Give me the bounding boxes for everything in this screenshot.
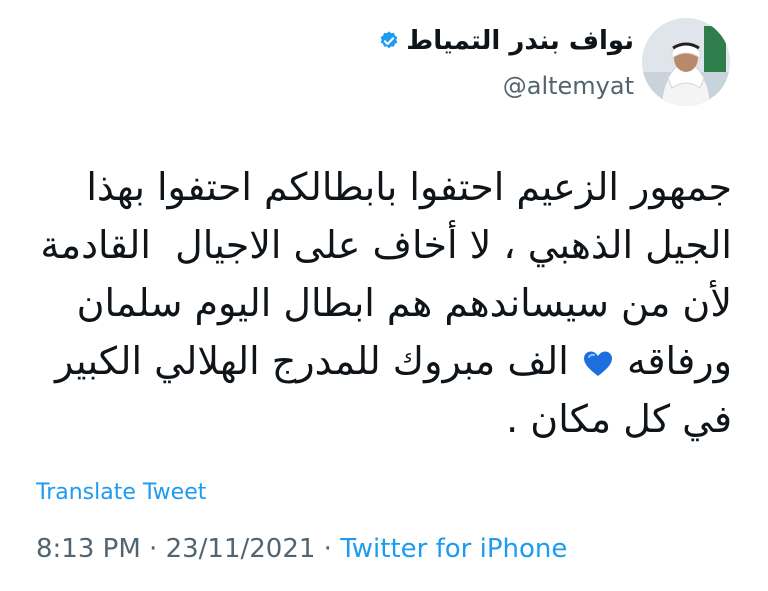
avatar[interactable] (642, 18, 730, 106)
avatar-image (642, 18, 730, 106)
tweet-header: نواف بندر التمياط @altemyat (150, 18, 730, 114)
tweet-time[interactable]: 8:13 PM (36, 534, 141, 564)
tweet-meta: 8:13 PM · 23/11/2021 · Twitter for iPhon… (36, 534, 567, 564)
tweet-text: جمهور الزعيم احتفوا بابطالكم احتفوا بهذا… (30, 158, 732, 448)
tweet-source-link[interactable]: Twitter for iPhone (340, 534, 567, 564)
translate-tweet-link[interactable]: Translate Tweet (36, 480, 206, 505)
tweet-line: جمهور الزعيم احتفوا بابطالكم احتفوا بهذا (86, 165, 732, 209)
blue-heart-icon (583, 351, 612, 376)
author-handle[interactable]: @altemyat (503, 72, 634, 100)
tweet-date[interactable]: 23/11/2021 (166, 534, 316, 564)
tweet-line: لأن من سيساندهم هم ابطال اليوم سلمان (76, 281, 732, 325)
author-display-name[interactable]: نواف بندر التمياط (406, 26, 634, 56)
meta-separator: · (140, 534, 166, 564)
verified-badge-icon (380, 31, 398, 49)
tweet-line: في كل مكان . (506, 397, 732, 441)
tweet-line: الف مبروك للمدرج الهلالي الكبير (55, 339, 569, 383)
tweet-line: الجيل الذهبي ، لا أخاف على الاجيال القاد… (40, 223, 732, 267)
tweet-line: ورفاقه (627, 339, 732, 383)
meta-separator: · (315, 534, 341, 564)
